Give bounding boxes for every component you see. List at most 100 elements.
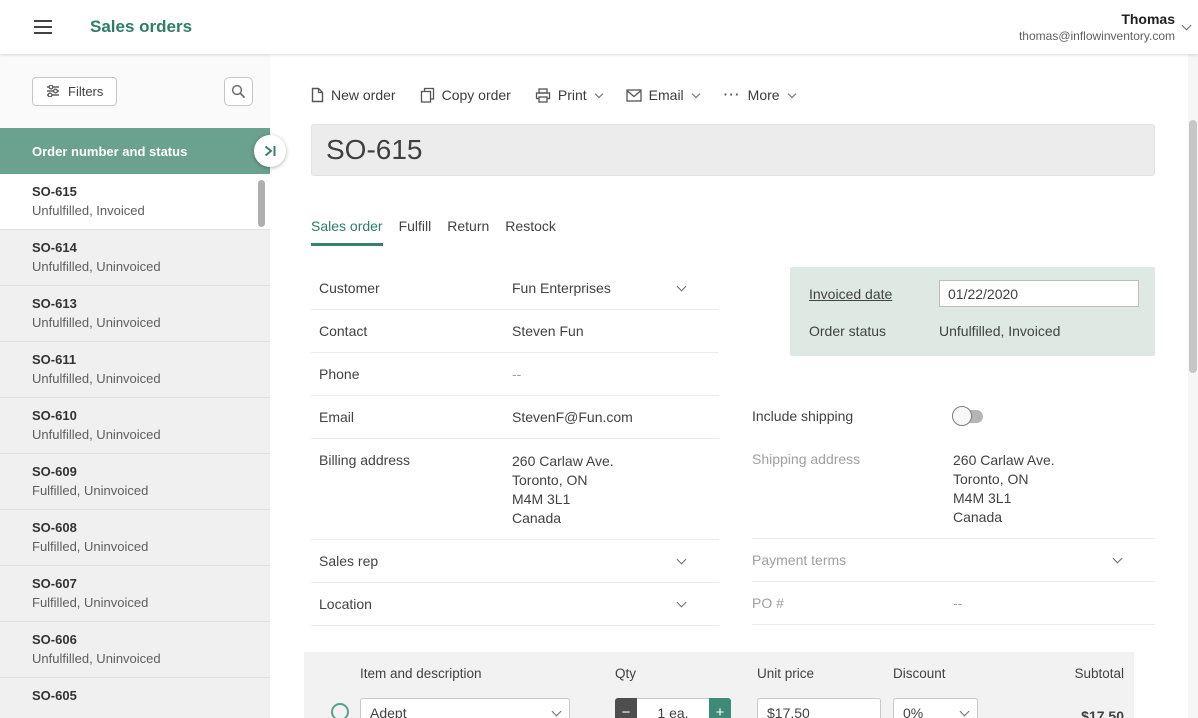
line-subtotal: $17.50 [1081,708,1124,718]
new-order-button[interactable]: New order [311,87,396,103]
order-status: Unfulfilled, Uninvoiced [32,427,161,442]
include-shipping-toggle[interactable] [952,405,983,426]
list-item[interactable]: SO-605 [0,678,270,718]
phone-row: Phone -- [311,353,719,396]
increase-qty-button[interactable]: + [709,698,731,718]
list-item[interactable]: SO-607 Fulfilled, Uninvoiced [0,566,270,622]
customer-info-column: Customer Fun Enterprises Contact Steven … [311,267,719,626]
envelope-icon [626,88,642,102]
chevron-down-icon[interactable] [676,597,687,608]
chevron-down-icon [1181,20,1192,31]
email-label: Email [648,87,684,103]
order-number: SO-610 [32,408,77,423]
payment-terms-row: Payment terms [752,539,1155,582]
shipping-address-row: Shipping address 260 Carlaw Ave. Toronto… [752,438,1155,539]
sales-rep-row: Sales rep [311,540,719,583]
tab-fulfill[interactable]: Fulfill [399,218,432,246]
chevron-down-icon [959,706,970,716]
phone-label: Phone [319,366,360,382]
shipping-address-line: 260 Carlaw Ave. [953,452,1055,468]
order-status: Unfulfilled, Uninvoiced [32,315,161,330]
email-label: Email [319,409,355,425]
tab-sales-order[interactable]: Sales order [311,218,383,246]
printer-icon [535,87,551,103]
discount-select[interactable]: 0% [893,698,978,718]
list-item[interactable]: SO-613 Unfulfilled, Uninvoiced [0,286,270,342]
ellipsis-icon: ⋯ [722,85,741,104]
list-item[interactable]: SO-608 Fulfilled, Uninvoiced [0,510,270,566]
chevron-down-icon [594,89,603,98]
po-number-row: PO # -- [752,582,1155,625]
scrollbar-thumb[interactable] [1189,120,1197,373]
order-status-label: Order status [809,322,887,339]
print-button[interactable]: Print [535,87,603,103]
unit-price-field[interactable]: $17.50 [757,698,881,718]
line-item-status-circle[interactable] [331,703,349,718]
collapse-left-panel-icon [264,145,276,157]
user-email: thomas@inflowinventory.com [1018,29,1175,43]
user-menu[interactable]: Thomas thomas@inflowinventory.com [1019,11,1198,43]
email-field[interactable]: StevenF@Fun.com [512,409,719,425]
copy-order-button[interactable]: Copy order [420,87,511,103]
hamburger-lines-icon [34,20,52,34]
order-status: Fulfilled, Uninvoiced [32,595,149,610]
order-number: SO-607 [32,576,77,591]
copy-icon [420,87,434,103]
customer-label: Customer [319,280,380,296]
line-items-header: Item and description Qty Unit price Disc… [304,652,1134,694]
chevron-down-icon[interactable] [676,281,687,292]
collapse-sidebar-button[interactable] [254,135,286,167]
billing-address-line: 260 Carlaw Ave. [512,453,614,469]
tab-restock[interactable]: Restock [505,218,556,246]
invoiced-date-input[interactable] [939,280,1139,307]
list-item[interactable]: SO-615 Unfulfilled, Invoiced [0,174,270,230]
search-icon [231,84,246,98]
order-number: SO-613 [32,296,77,311]
item-select[interactable]: Adept [360,698,570,718]
decrease-qty-button[interactable]: − [615,698,637,718]
po-number-field[interactable]: -- [953,595,1155,611]
order-number: SO-615 [32,184,77,199]
discount-value: 0% [903,704,924,718]
order-status-row: Order status Unfulfilled, Invoiced [809,312,1141,349]
filters-button[interactable]: Filters [32,76,118,106]
order-details-column: Invoiced date Order status Unfulfilled, … [752,267,1155,626]
order-status: Fulfilled, Uninvoiced [32,483,149,498]
order-number: SO-605 [32,688,77,703]
shipping-address-field[interactable]: 260 Carlaw Ave. Toronto, ON M4M 3L1 Cana… [953,451,1155,527]
table-row: Adept − 1 ea. + $17.50 0% $17.50 [304,694,1134,718]
phone-field[interactable]: -- [512,366,719,382]
billing-address-field[interactable]: 260 Carlaw Ave. Toronto, ON M4M 3L1 Cana… [512,452,719,528]
sidebar-scrollbar[interactable] [258,180,265,227]
plus-icon: + [715,704,725,718]
email-button[interactable]: Email [626,87,700,103]
billing-address-line: Canada [512,510,562,526]
list-item[interactable]: SO-611 Unfulfilled, Uninvoiced [0,342,270,398]
list-item[interactable]: SO-614 Unfulfilled, Uninvoiced [0,230,270,286]
payment-terms-label: Payment terms [752,552,847,568]
list-item[interactable]: SO-610 Unfulfilled, Uninvoiced [0,398,270,454]
search-button[interactable] [224,76,253,106]
list-item[interactable]: SO-609 Fulfilled, Uninvoiced [0,454,270,510]
order-number-value: SO-615 [326,134,423,165]
chevron-down-icon[interactable] [1112,553,1123,564]
copy-order-label: Copy order [441,87,511,103]
filters-label: Filters [68,83,104,99]
list-item[interactable]: SO-606 Unfulfilled, Uninvoiced [0,622,270,678]
chevron-down-icon [691,89,700,98]
print-label: Print [557,87,587,103]
order-number-field[interactable]: SO-615 [311,124,1155,176]
invoiced-date-label[interactable]: Invoiced date [809,286,939,302]
tab-return[interactable]: Return [447,218,489,246]
document-icon [311,87,324,103]
customer-select[interactable]: Fun Enterprises [512,280,678,296]
main-scrollbar[interactable] [1188,54,1198,718]
email-row: Email StevenF@Fun.com [311,396,719,439]
contact-field[interactable]: Steven Fun [512,323,719,339]
po-number-label: PO # [752,595,784,611]
hamburger-menu-icon[interactable] [24,8,62,46]
shipping-address-line: Canada [953,509,1003,525]
qty-field[interactable]: 1 ea. [637,698,709,718]
more-button[interactable]: ⋯ More [722,85,796,104]
chevron-down-icon[interactable] [676,554,687,565]
